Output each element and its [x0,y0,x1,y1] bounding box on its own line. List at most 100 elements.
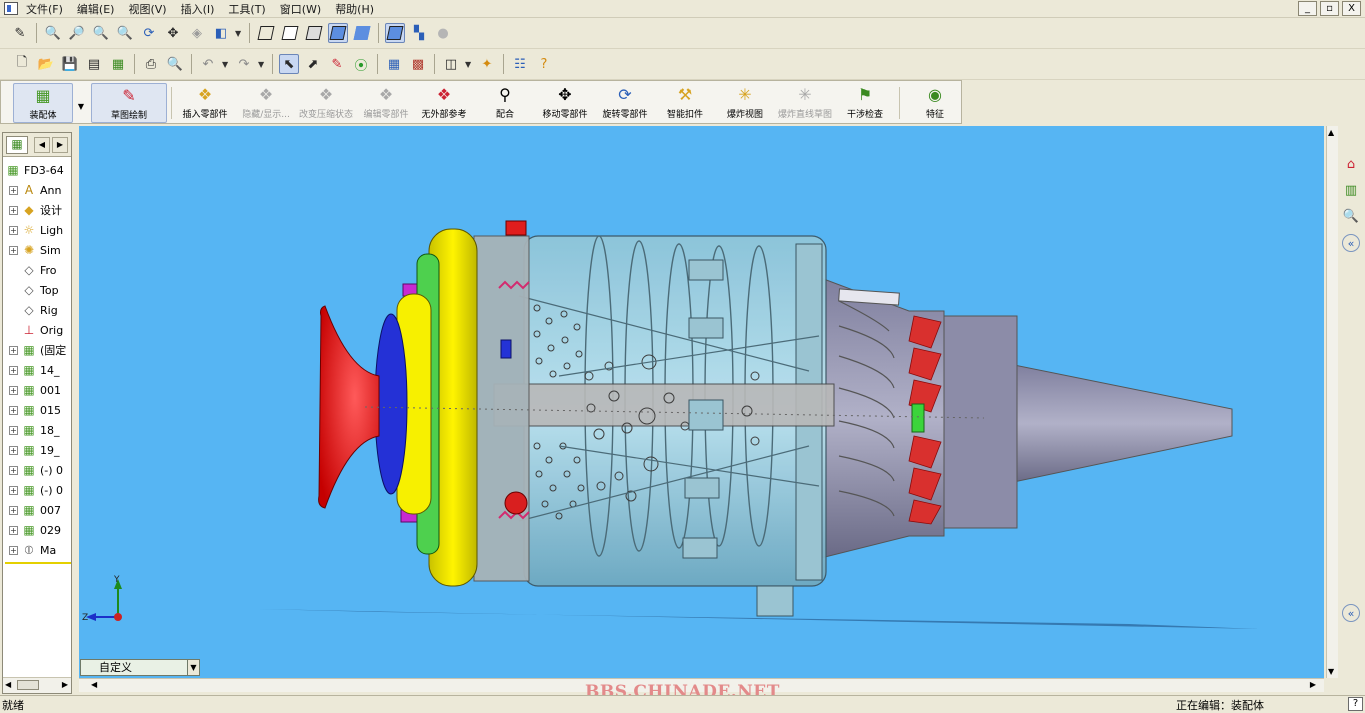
grid-icon[interactable]: ▦ [384,54,404,74]
measure-icon[interactable]: ✦ [477,54,497,74]
expand-plus-icon[interactable]: + [9,445,18,455]
make-drawing-icon[interactable]: ▤ [84,54,104,74]
expand-plus-icon[interactable]: + [9,485,18,495]
menu-insert[interactable]: 插入(I) [181,1,215,17]
realview-icon[interactable]: ● [433,23,453,43]
tree-node[interactable]: + ▦ 007 [9,501,61,519]
edit-appearance-icon[interactable]: ✎ [327,54,347,74]
expand-plus-icon[interactable]: + [9,405,18,415]
chevron-down-icon[interactable]: ▼ [258,60,266,69]
tree-node[interactable]: ◇ Rig [9,301,57,319]
options-icon[interactable]: ☷ [510,54,530,74]
new-document-icon[interactable]: 🗋 [12,54,32,74]
interference-check-button[interactable]: ⚑ 干涉检查 [843,83,887,123]
explode-line-sketch-button[interactable]: ✳ 爆炸直线草图 [775,83,835,123]
app-icon[interactable] [4,2,18,15]
tree-node[interactable]: + ▦ 19_ [9,441,60,459]
menu-tools[interactable]: 工具(T) [228,1,265,17]
tree-node[interactable]: ◇ Fro [9,261,56,279]
scroll-thumb[interactable] [17,680,39,690]
home-icon[interactable]: ⌂ [1342,156,1360,174]
tree-node[interactable]: + ▦ (-) 0 [9,481,63,499]
collapse-pane-icon[interactable]: « [1342,604,1360,622]
smart-fastener-button[interactable]: ⚒ 智能扣件 [663,83,707,123]
tree-node[interactable]: + ▦ 14_ [9,361,60,379]
hidden-lines-visible-icon[interactable] [280,23,300,43]
mate-button[interactable]: ⚲ 配合 [485,83,525,123]
file-explorer-icon[interactable]: 🔍 [1342,208,1360,226]
viewport-vscroll[interactable]: ▲ ▼ [1326,126,1338,678]
print-icon[interactable]: ⎙ [141,54,161,74]
tree-node[interactable]: + ✺ Sim [9,241,61,259]
configuration-dropdown[interactable]: 自定义 ▼ [80,659,200,676]
tree-node[interactable]: + ▦ 029 [9,521,61,539]
tree-node[interactable]: + A Ann [9,181,61,199]
rotate-component-button[interactable]: ⟳ 旋转零部件 [597,83,653,123]
shaded-icon[interactable] [352,23,372,43]
redo-icon[interactable]: ↷ [234,54,254,74]
zoom-to-fit-icon[interactable]: 🔍 [43,23,63,43]
panel-hscroll[interactable]: ◀ ▶ [3,677,71,693]
chevron-down-icon[interactable]: ▼ [187,660,199,675]
expand-plus-icon[interactable]: + [9,365,18,375]
open-folder-icon[interactable]: 📂 [36,54,56,74]
tab-scroll-right-icon[interactable]: ▶ [52,137,68,153]
design-library-icon[interactable]: ▥ [1342,182,1360,200]
tree-node[interactable]: ⊥ Orig [9,321,63,339]
zoom-to-area-icon[interactable]: 🔎 [67,23,87,43]
move-component-button[interactable]: ✥ 移动零部件 [537,83,593,123]
traffic-light-icon[interactable]: ⦿ [351,54,371,74]
shaded-with-edges-icon[interactable] [328,23,348,43]
expand-pane-icon[interactable]: « [1342,234,1360,252]
help-icon[interactable]: ? [534,54,554,74]
brick-texture-icon[interactable]: ▩ [408,54,428,74]
expand-plus-icon[interactable]: + [9,185,18,195]
tree-node[interactable]: ◇ Top [9,281,58,299]
tree-node[interactable]: + ▦ 18_ [9,421,60,439]
tree-node[interactable]: + ◆ 设计 [9,201,62,219]
menu-view[interactable]: 视图(V) [128,1,166,17]
restore-button[interactable]: ▫ [1320,1,1339,16]
chevron-down-icon[interactable]: ▼ [235,29,243,38]
rotate-view-icon[interactable]: ⟳ [139,23,159,43]
zoom-to-selection-icon[interactable]: 🔍 [115,23,135,43]
expand-plus-icon[interactable]: + [9,425,18,435]
chevron-down-icon[interactable]: ▼ [222,60,230,69]
scroll-right-icon[interactable]: ▶ [1310,680,1316,689]
rebuild-icon[interactable]: ⬈ [303,54,323,74]
pan-icon[interactable]: ✥ [163,23,183,43]
suppress-state-button[interactable]: ❖ 改变压缩状态 [295,83,357,123]
close-button[interactable]: X [1342,1,1361,16]
sketch-button[interactable]: ✎ 草图绘制 [91,83,167,123]
chevron-down-icon[interactable]: ▼ [465,60,473,69]
expand-plus-icon[interactable]: + [9,245,18,255]
edit-component-button[interactable]: ❖ 编辑零部件 [359,83,413,123]
feature-tree-tab-icon[interactable]: ▦ [6,136,28,154]
no-external-ref-button[interactable]: ❖ 无外部参考 [417,83,471,123]
tree-node[interactable]: + ▦ 001 [9,381,61,399]
exploded-view-button[interactable]: ✳ 爆炸视图 [723,83,767,123]
tree-node[interactable]: + ▦ (固定 [9,341,66,359]
scroll-down-icon[interactable]: ▼ [1328,667,1334,676]
minimize-button[interactable]: _ [1298,1,1317,16]
rollback-bar[interactable] [5,562,71,564]
view-toggle-icon[interactable]: ◫ [441,54,461,74]
scroll-left-icon[interactable]: ◀ [91,680,97,689]
print-preview-icon[interactable]: 🔍 [165,54,185,74]
save-icon[interactable]: 💾 [60,54,80,74]
scroll-up-icon[interactable]: ▲ [1328,128,1334,137]
expand-plus-icon[interactable]: + [9,205,18,215]
graphics-area[interactable] [79,126,1324,678]
menu-file[interactable]: 文件(F) [26,1,63,17]
tree-root[interactable]: ▦ FD3-64 [5,161,63,179]
expand-plus-icon[interactable]: + [9,345,18,355]
scroll-right-icon[interactable]: ▶ [62,680,68,689]
assembly-button[interactable]: ▦ 装配体 [13,83,73,123]
expand-plus-icon[interactable]: + [9,505,18,515]
menu-edit[interactable]: 编辑(E) [77,1,115,17]
expand-plus-icon[interactable]: + [9,465,18,475]
make-assembly-icon[interactable]: ▦ [108,54,128,74]
tree-node[interactable]: + ☼ Ligh [9,221,63,239]
section-view-icon[interactable]: ▚ [409,23,429,43]
scroll-left-icon[interactable]: ◀ [5,680,11,689]
